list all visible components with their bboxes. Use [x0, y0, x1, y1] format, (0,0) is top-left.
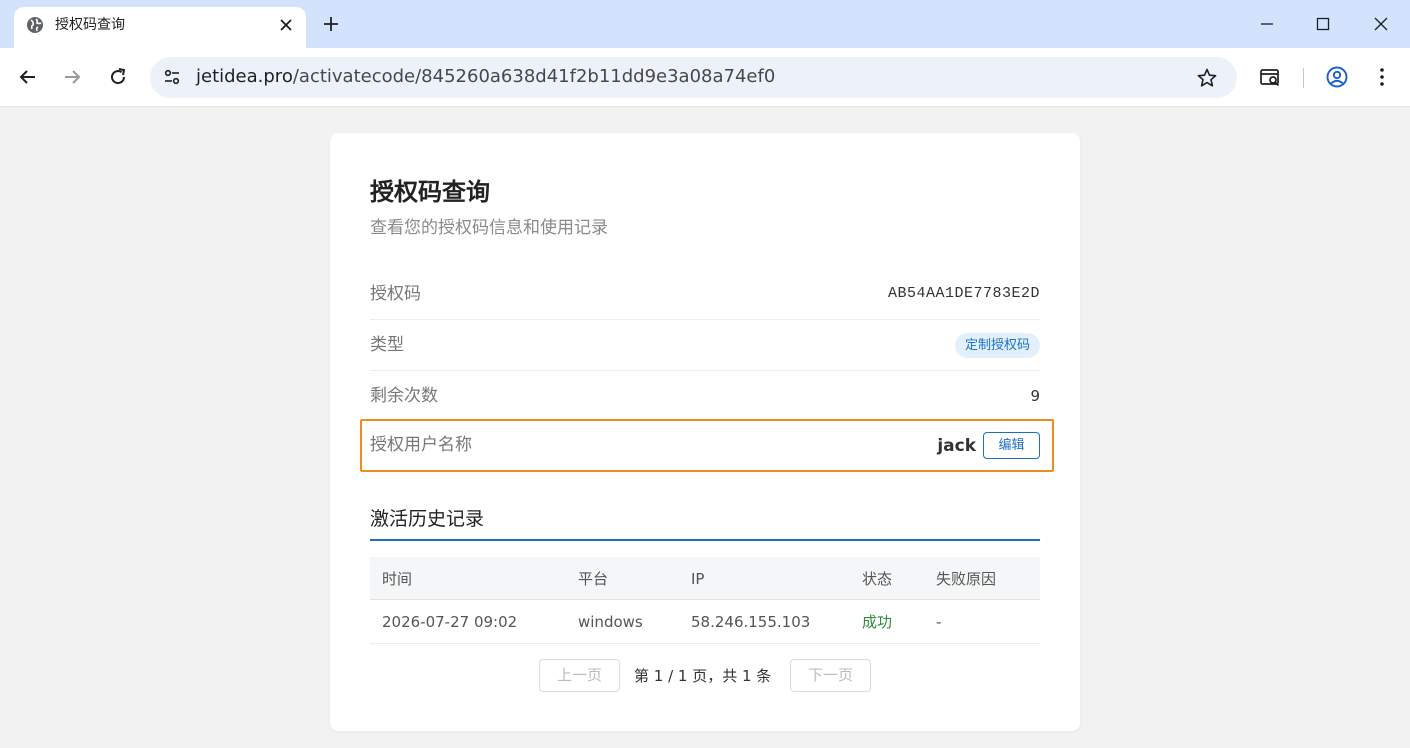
- forward-arrow-icon[interactable]: [60, 65, 84, 89]
- history-table: 时间 平台 IP 状态 失败原因 2026-07-27 09:02 window…: [370, 557, 1040, 644]
- cell-reason: -: [936, 613, 942, 631]
- column-header-platform: 平台: [578, 570, 609, 588]
- reload-icon[interactable]: [106, 65, 130, 89]
- page-info: 第 1 / 1 页，共 1 条: [634, 667, 772, 685]
- minimize-icon[interactable]: [1255, 12, 1279, 36]
- field-label: 剩余次数: [370, 386, 438, 406]
- info-row-remaining: 剩余次数 9: [370, 371, 1040, 422]
- globe-icon: [27, 17, 43, 33]
- username-value: jack: [937, 436, 976, 456]
- column-header-ip: IP: [691, 570, 705, 588]
- field-label: 授权码: [370, 284, 421, 304]
- browser-tabstrip: 授权码查询: [0, 0, 1410, 48]
- cell-ip: 58.246.155.103: [691, 613, 811, 631]
- url-text[interactable]: jetidea.pro/activatecode/845260a638d41f2…: [196, 66, 775, 88]
- cell-platform: windows: [578, 613, 643, 631]
- new-tab-icon[interactable]: [320, 13, 342, 35]
- url-host: jetidea.pro: [196, 66, 293, 87]
- column-header-status: 状态: [862, 570, 893, 588]
- cell-status: 成功: [862, 613, 893, 631]
- back-arrow-icon[interactable]: [16, 65, 40, 89]
- close-window-icon[interactable]: [1369, 12, 1393, 36]
- edit-username-button[interactable]: 编辑: [983, 432, 1040, 459]
- pagination: 上一页 第 1 / 1 页，共 1 条 下一页: [330, 659, 1080, 693]
- cell-time: 2026-07-27 09:02: [382, 613, 518, 631]
- url-path: /activatecode/845260a638d41f2b11dd9e3a08…: [292, 66, 776, 87]
- browser-tab[interactable]: 授权码查询: [14, 7, 306, 48]
- info-row-code: 授权码 AB54AA1DE7783E2D: [370, 269, 1040, 320]
- field-label: 授权用户名称: [370, 435, 472, 455]
- address-bar[interactable]: jetidea.pro/activatecode/845260a638d41f2…: [150, 57, 1237, 98]
- activation-code-card: 授权码查询 查看您的授权码信息和使用记录 授权码 AB54AA1DE7783E2…: [330, 133, 1080, 731]
- page-title: 授权码查询: [370, 178, 490, 206]
- info-row-username: 授权用户名称 jack 编辑: [360, 419, 1054, 472]
- toolbar-divider: [1303, 68, 1304, 88]
- history-title: 激活历史记录: [370, 508, 485, 530]
- type-badge: 定制授权码: [954, 333, 1040, 358]
- browser-toolbar: jetidea.pro/activatecode/845260a638d41f2…: [0, 48, 1410, 107]
- search-tabs-icon[interactable]: [1258, 65, 1282, 89]
- column-header-time: 时间: [382, 570, 413, 588]
- prev-page-button[interactable]: 上一页: [539, 659, 620, 692]
- site-settings-icon[interactable]: [162, 67, 182, 87]
- page-subtitle: 查看您的授权码信息和使用记录: [370, 218, 608, 238]
- more-menu-icon[interactable]: [1370, 65, 1394, 89]
- info-row-type: 类型 定制授权码: [370, 320, 1040, 371]
- tab-title: 授权码查询: [55, 17, 125, 33]
- field-label: 类型: [370, 335, 404, 355]
- remaining-count-value: 9: [1030, 387, 1040, 405]
- column-header-reason: 失败原因: [936, 570, 997, 588]
- table-row: 2026-07-27 09:02 windows 58.246.155.103 …: [370, 600, 1040, 644]
- maximize-icon[interactable]: [1311, 12, 1335, 36]
- table-header: 时间 平台 IP 状态 失败原因: [370, 557, 1040, 600]
- close-tab-icon[interactable]: [276, 15, 296, 35]
- bookmark-star-icon[interactable]: [1196, 67, 1218, 89]
- history-underline: [370, 539, 1040, 541]
- next-page-button[interactable]: 下一页: [790, 659, 871, 692]
- profile-icon[interactable]: [1325, 65, 1349, 89]
- activation-code-value: AB54AA1DE7783E2D: [887, 285, 1040, 302]
